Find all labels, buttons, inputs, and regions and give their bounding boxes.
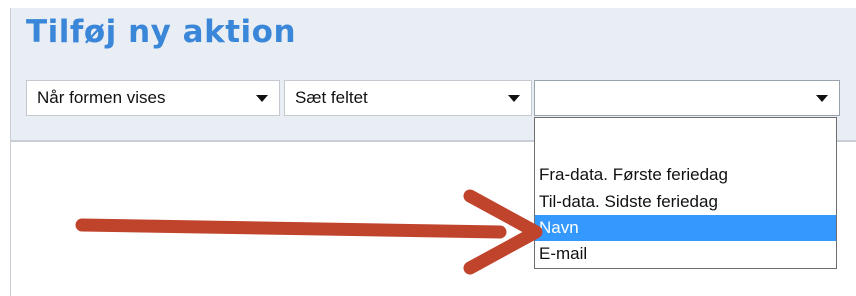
annotation-arrow [75,189,543,275]
